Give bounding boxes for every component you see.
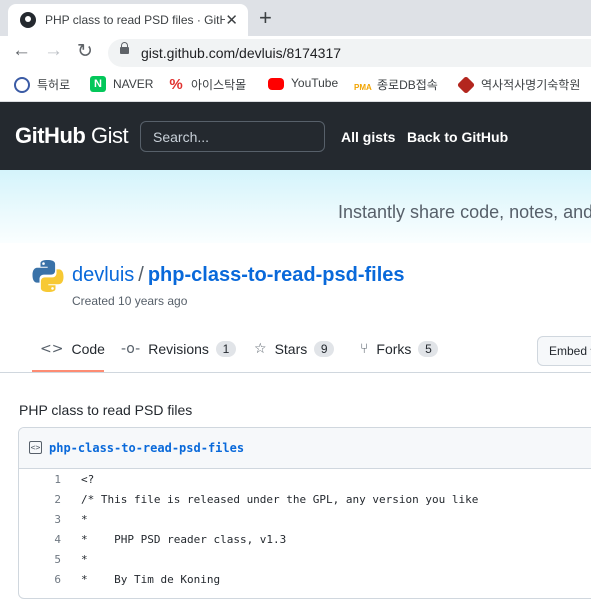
code-line: 4 * PHP PSD reader class, v1.3 (19, 529, 591, 549)
tab-forks-label: Forks (376, 341, 412, 357)
tab-forks[interactable]: ⑂ Forks 5 (360, 341, 439, 357)
code-line: 2 /* This file is released under the GPL… (19, 489, 591, 509)
bookmark-youtube[interactable]: YouTube (268, 76, 338, 90)
youtube-icon (268, 78, 284, 90)
logo-github: GitHub (15, 123, 86, 148)
line-number[interactable]: 5 (19, 553, 61, 566)
url-text[interactable]: gist.github.com/devluis/8174317 (141, 45, 341, 61)
line-number[interactable]: 2 (19, 493, 61, 506)
bookmark-label: 역사적사명기숙학원 (481, 78, 581, 92)
revisions-icon: -o- (121, 341, 141, 357)
tab-revisions[interactable]: -o- Revisions 1 (121, 341, 236, 357)
gist-title: devluis / php-class-to-read-psd-files (72, 264, 405, 287)
bookmark-jongro-db[interactable]: PMA 종로DB접속 (354, 76, 438, 93)
code-line: 3 * (19, 509, 591, 529)
created-date: Created 10 years ago (72, 294, 188, 308)
search-placeholder: Search... (153, 129, 210, 145)
code-icon: <> (40, 341, 64, 357)
github-favicon-icon (20, 12, 36, 28)
gist-tabs: <> Code -o- Revisions 1 ☆ Stars 9 ⑂ Fork… (0, 330, 591, 373)
line-code: <? (81, 473, 95, 486)
fork-icon: ⑂ (360, 341, 369, 357)
all-gists-link[interactable]: All gists (341, 129, 395, 145)
code-listing: 1 <? 2 /* This file is released under th… (19, 469, 591, 589)
tab-code[interactable]: <> Code (40, 341, 105, 357)
forward-button[interactable]: → (44, 40, 63, 62)
line-number[interactable]: 3 (19, 513, 61, 526)
github-gist-logo[interactable]: GitHub Gist (15, 123, 129, 149)
browser-toolbar: ← → ↻ gist.github.com/devluis/8174317 (0, 36, 591, 68)
code-line: 1 <? (19, 469, 591, 489)
line-number[interactable]: 1 (19, 473, 61, 486)
hero-banner: Instantly share code, notes, and snippet… (0, 170, 591, 243)
bookmark-label: NAVER (113, 77, 154, 91)
line-code: * (81, 553, 88, 566)
title-separator: / (138, 264, 144, 286)
bookmark-patent[interactable]: 특허로 (14, 76, 70, 93)
tab-revisions-label: Revisions (148, 341, 209, 357)
active-tab-indicator (32, 370, 104, 372)
browser-tab-strip: PHP class to read PSD files · GitHub ✕ + (0, 0, 591, 36)
file-box: <> php-class-to-read-psd-files 1 <? 2 /*… (18, 427, 591, 599)
line-number[interactable]: 6 (19, 573, 61, 586)
file-code-icon: <> (29, 441, 42, 454)
file-header: <> php-class-to-read-psd-files (19, 428, 591, 469)
bookmark-istock[interactable]: % 아이스탁몰 (168, 76, 246, 93)
browser-tab[interactable]: PHP class to read PSD files · GitHub ✕ (8, 4, 248, 36)
revisions-count: 1 (215, 341, 236, 357)
code-line: 6 * By Tim de Koning (19, 569, 591, 589)
line-code: /* This file is released under the GPL, … (81, 493, 479, 506)
bookmark-academy[interactable]: 역사적사명기숙학원 (456, 75, 581, 94)
naver-icon: N (90, 76, 106, 92)
bookmark-label: YouTube (291, 76, 339, 90)
new-tab-button[interactable]: + (259, 5, 272, 31)
logo-gist: Gist (90, 123, 129, 148)
line-number[interactable]: 4 (19, 533, 61, 546)
tab-code-label: Code (71, 341, 105, 357)
bookmark-label: 종로DB접속 (377, 78, 438, 92)
tab-stars-label: Stars (274, 341, 308, 357)
back-button[interactable]: ← (12, 40, 31, 62)
patent-icon (14, 76, 30, 93)
tab-stars[interactable]: ☆ Stars 9 (254, 341, 335, 357)
embed-label: Embed ▾ (549, 344, 591, 358)
gist-header: GitHub Gist Search... All gists Back to … (0, 102, 591, 170)
academy-icon (456, 75, 476, 94)
back-to-github-link[interactable]: Back to GitHub (407, 129, 508, 145)
address-bar[interactable]: gist.github.com/devluis/8174317 (108, 39, 591, 67)
file-name-link[interactable]: php-class-to-read-psd-files (49, 441, 244, 455)
pma-icon: PMA (354, 82, 372, 92)
lock-icon (120, 42, 129, 54)
line-code: * (81, 513, 88, 526)
gist-name-link[interactable]: php-class-to-read-psd-files (148, 264, 405, 286)
line-code: * PHP PSD reader class, v1.3 (81, 533, 287, 546)
line-code: * By Tim de Koning (81, 573, 221, 586)
star-icon: ☆ (254, 341, 267, 357)
reload-button[interactable]: ↻ (77, 40, 93, 63)
search-input[interactable]: Search... (140, 121, 325, 152)
percent-icon: % (169, 75, 183, 93)
banner-text: Instantly share code, notes, and snippet… (338, 202, 591, 222)
python-avatar-icon[interactable] (31, 259, 65, 293)
bookmark-label: 아이스탁몰 (191, 78, 247, 92)
bookmark-label: 특허로 (37, 78, 71, 92)
bookmark-naver[interactable]: N NAVER (90, 76, 153, 92)
tab-title: PHP class to read PSD files · GitHub (45, 13, 225, 27)
forks-count: 5 (418, 341, 439, 357)
tab-close-icon[interactable]: ✕ (225, 11, 238, 29)
code-line: 5 * (19, 549, 591, 569)
bookmarks-bar: 특허로 N NAVER % 아이스탁몰 YouTube PMA 종로DB접속 역… (0, 68, 591, 102)
stars-count: 9 (314, 341, 335, 357)
gist-description: PHP class to read PSD files (19, 402, 193, 418)
embed-button[interactable]: Embed ▾ (537, 336, 591, 366)
gist-owner-link[interactable]: devluis (72, 264, 134, 286)
